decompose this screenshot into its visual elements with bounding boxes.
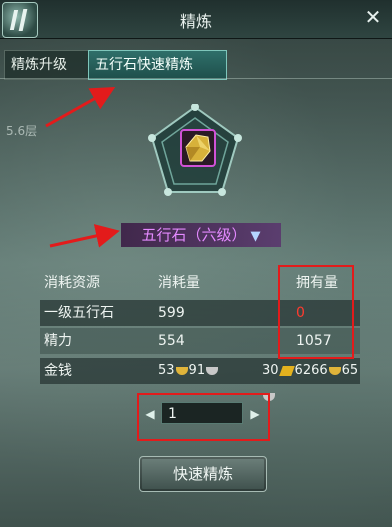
tab-refine-upgrade[interactable]: 精炼升级 (4, 50, 92, 80)
refine-panel: 精炼 ✕ 精炼升级 五行石快速精炼 5.6层 五行石（六级） ▼ 消耗资源 消耗… (0, 0, 392, 527)
money-row: 金钱 53 91 30 6266 65 (40, 358, 360, 401)
cost-silver-value: 91 (188, 363, 206, 378)
owned-jiaozi-value: 30 (262, 363, 279, 378)
owned-highlight-box (278, 265, 354, 359)
title-bar: 精炼 ✕ (0, 0, 392, 39)
header-resource: 消耗资源 (44, 275, 100, 291)
tab-pointer-arrow-icon (45, 87, 116, 128)
cost-gold-value: 53 (158, 363, 175, 378)
owned-silver-value: 65 (341, 363, 359, 378)
silver-ingot-icon (206, 366, 219, 375)
element-selector[interactable]: 五行石（六级） ▼ (121, 223, 281, 247)
five-element-stone-icon[interactable] (180, 129, 216, 167)
close-icon[interactable]: ✕ (360, 4, 386, 30)
gold-ingot-icon (328, 366, 341, 375)
money-owned: 30 6266 65 (262, 358, 360, 401)
element-pointer-arrow-icon (49, 224, 120, 248)
owned-gold-value: 6266 (294, 363, 328, 378)
stepper-highlight-box (137, 393, 270, 441)
tab-bar: 精炼升级 五行石快速精炼 (0, 44, 392, 80)
quick-refine-button[interactable]: 快速精炼 (139, 456, 267, 492)
tab-divider (0, 78, 392, 79)
resource-name: 精力 (44, 333, 72, 349)
header-cost: 消耗量 (158, 275, 200, 291)
tab-quick-refine[interactable]: 五行石快速精炼 (88, 50, 227, 80)
money-cost: 53 91 (158, 358, 219, 384)
resource-name: 一级五行石 (44, 305, 114, 321)
dropdown-arrow-icon[interactable]: ▼ (251, 229, 261, 244)
resource-cost: 554 (158, 333, 185, 349)
window-title: 精炼 (179, 12, 212, 31)
map-floor-label: 5.6层 (6, 124, 38, 138)
money-label: 金钱 (44, 363, 72, 379)
jiaozi-bar-icon (278, 365, 295, 376)
gold-ingot-icon (175, 366, 188, 375)
element-name: 五行石（六级） (141, 226, 247, 244)
resource-cost: 599 (158, 305, 185, 321)
